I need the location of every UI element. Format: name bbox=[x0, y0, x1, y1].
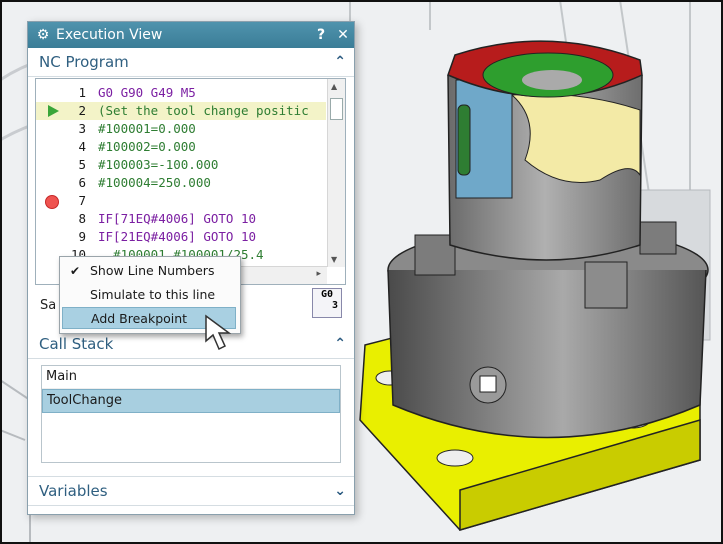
line-text: IF[21EQ#4006] GOTO 10 bbox=[98, 229, 257, 244]
nc-code-editor[interactable]: 1 G0 G90 G49 M5 2 (Set the tool change p… bbox=[35, 78, 346, 285]
menu-item-show-line-numbers[interactable]: ✔ Show Line Numbers bbox=[62, 260, 236, 282]
breakpoint-icon[interactable] bbox=[45, 195, 59, 209]
list-item[interactable]: Main bbox=[42, 366, 340, 389]
help-button[interactable]: ? bbox=[310, 27, 332, 43]
variables-header[interactable]: Variables ⌄ bbox=[28, 476, 354, 506]
line-number: 7 bbox=[78, 193, 86, 208]
menu-item-label: Show Line Numbers bbox=[90, 263, 215, 278]
checkmark-icon: ✔ bbox=[70, 264, 81, 278]
call-stack-header[interactable]: Call Stack ⌃ bbox=[28, 330, 354, 359]
current-line-arrow-icon bbox=[48, 105, 59, 117]
gear-icon[interactable]: ⚙ bbox=[32, 27, 54, 43]
line-number: 2 bbox=[78, 103, 86, 118]
line-text: #100004=250.000 bbox=[98, 175, 211, 190]
code-line[interactable]: 8 IF[71EQ#4006] GOTO 10 bbox=[36, 210, 326, 228]
line-text: IF[71EQ#4006] GOTO 10 bbox=[98, 211, 257, 226]
options-label: Sa bbox=[40, 298, 57, 313]
code-line[interactable]: 6 #100004=250.000 bbox=[36, 174, 326, 192]
nc-program-title: NC Program bbox=[39, 53, 129, 71]
mouse-pointer-icon bbox=[205, 314, 232, 351]
line-text: G0 G90 G49 M5 bbox=[98, 85, 196, 100]
menu-item-label: Simulate to this line bbox=[90, 287, 216, 302]
code-line[interactable]: 1 G0 G90 G49 M5 bbox=[36, 84, 326, 102]
line-text: #100001=0.000 bbox=[98, 121, 196, 136]
line-text: (Set the tool change positic bbox=[98, 103, 309, 118]
line-number: 6 bbox=[78, 175, 86, 190]
code-line[interactable]: 9 IF[21EQ#4006] GOTO 10 bbox=[36, 228, 326, 246]
line-text: #100002=0.000 bbox=[98, 139, 196, 154]
scroll-up-icon[interactable]: ▲ bbox=[331, 82, 337, 91]
code-line[interactable]: 3 #100001=0.000 bbox=[36, 120, 326, 138]
line-number: 4 bbox=[78, 139, 86, 154]
call-stack-title: Call Stack bbox=[39, 335, 114, 353]
panel-title: Execution View bbox=[56, 27, 163, 43]
scroll-right-icon[interactable]: ▸ bbox=[316, 269, 321, 279]
variables-title: Variables bbox=[39, 482, 108, 500]
g0-button-sub: 3 bbox=[331, 300, 338, 311]
line-number: 3 bbox=[78, 121, 86, 136]
scroll-thumb[interactable] bbox=[330, 98, 343, 120]
line-number: 1 bbox=[78, 85, 86, 100]
nc-program-header[interactable]: NC Program ⌃ bbox=[28, 48, 354, 77]
list-item-selected[interactable]: ToolChange bbox=[42, 389, 340, 413]
call-stack-list[interactable]: Main ToolChange bbox=[41, 365, 341, 463]
code-line[interactable]: 5 #100003=-100.000 bbox=[36, 156, 326, 174]
chevron-up-icon[interactable]: ⌃ bbox=[334, 336, 346, 352]
line-number: 5 bbox=[78, 157, 86, 172]
line-text: #100003=-100.000 bbox=[98, 157, 219, 172]
line-number: 8 bbox=[78, 211, 86, 226]
code-line[interactable]: 2 (Set the tool change positic bbox=[36, 102, 326, 120]
panel-titlebar[interactable]: ⚙ Execution View ? ✕ bbox=[28, 22, 354, 48]
chevron-down-icon[interactable]: ⌄ bbox=[334, 483, 346, 499]
scroll-down-icon[interactable]: ▼ bbox=[331, 255, 337, 264]
g0-button-top: G0 bbox=[320, 289, 334, 300]
chevron-up-icon[interactable]: ⌃ bbox=[334, 54, 346, 70]
menu-item-simulate-to-line[interactable]: Simulate to this line bbox=[62, 284, 236, 306]
close-button[interactable]: ✕ bbox=[332, 27, 354, 43]
line-number: 9 bbox=[78, 229, 86, 244]
code-line[interactable]: 7 bbox=[36, 192, 326, 210]
code-line[interactable]: 4 #100002=0.000 bbox=[36, 138, 326, 156]
g0-simulate-button[interactable]: G0 3 bbox=[312, 288, 342, 318]
menu-item-label: Add Breakpoint bbox=[91, 311, 188, 326]
vertical-scrollbar[interactable]: ▲ ▼ bbox=[327, 79, 345, 267]
